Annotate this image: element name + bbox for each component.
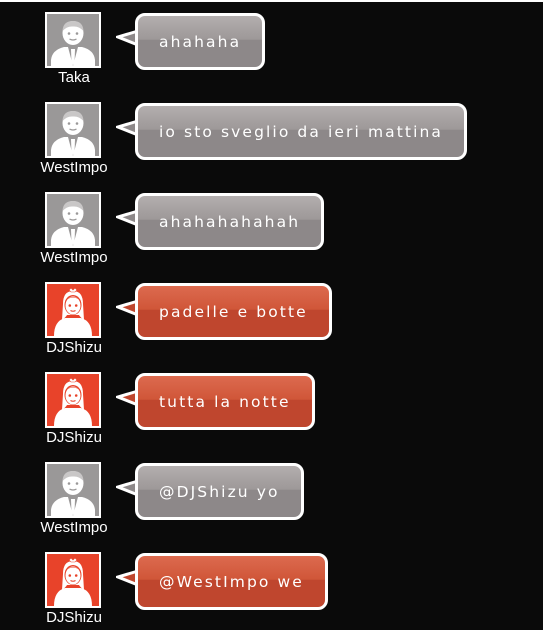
woman-avatar-icon[interactable]: [45, 372, 101, 428]
man-avatar-icon[interactable]: [45, 102, 101, 158]
man-avatar-icon[interactable]: [45, 12, 101, 68]
user-avatar-block[interactable]: DJShizu: [32, 540, 116, 626]
chat-message: DJShizu padelle e botte: [0, 270, 543, 360]
user-avatar-block[interactable]: WestImpo: [32, 90, 116, 176]
user-avatar-block[interactable]: Taka: [32, 0, 116, 86]
message-text: padelle e botte: [159, 302, 308, 321]
username-label[interactable]: WestImpo: [32, 520, 116, 536]
woman-avatar-icon[interactable]: [45, 552, 101, 608]
username-label[interactable]: DJShizu: [32, 430, 116, 446]
user-avatar-block[interactable]: WestImpo: [32, 450, 116, 536]
user-avatar-block[interactable]: WestImpo: [32, 180, 116, 266]
username-label[interactable]: DJShizu: [32, 610, 116, 626]
message-bubble: padelle e botte: [135, 283, 332, 340]
chat-message: WestImpo ahahahahahah: [0, 180, 543, 270]
message-bubble: @DJShizu yo: [135, 463, 304, 520]
username-label[interactable]: Taka: [32, 70, 116, 86]
woman-avatar-icon[interactable]: [45, 282, 101, 338]
message-text: @DJShizu yo: [159, 482, 280, 501]
chat-message: WestImpo io sto sveglio da ieri mattina: [0, 90, 543, 180]
man-avatar-icon[interactable]: [45, 462, 101, 518]
message-bubble: tutta la notte: [135, 373, 315, 430]
message-text: tutta la notte: [159, 392, 291, 411]
chat-message: DJShizu @WestImpo we: [0, 540, 543, 630]
chat-message: Taka ahahaha: [0, 0, 543, 90]
message-text: ahahahahahah: [159, 212, 301, 231]
chat-message: DJShizu tutta la notte: [0, 360, 543, 450]
chat-message: WestImpo @DJShizu yo: [0, 450, 543, 540]
user-avatar-block[interactable]: DJShizu: [32, 270, 116, 356]
username-label[interactable]: WestImpo: [32, 160, 116, 176]
message-bubble: ahahaha: [135, 13, 266, 70]
chat-feed[interactable]: Taka ahahaha WestImpo io sto sveglio da …: [0, 0, 543, 626]
message-bubble: ahahahahahah: [135, 193, 325, 250]
man-avatar-icon[interactable]: [45, 192, 101, 248]
message-bubble: @WestImpo we: [135, 553, 328, 610]
username-label[interactable]: DJShizu: [32, 340, 116, 356]
message-text: @WestImpo we: [159, 572, 304, 591]
message-bubble: io sto sveglio da ieri mattina: [135, 103, 468, 160]
message-text: io sto sveglio da ieri mattina: [159, 122, 444, 141]
username-label[interactable]: WestImpo: [32, 250, 116, 266]
message-text: ahahaha: [159, 32, 242, 51]
user-avatar-block[interactable]: DJShizu: [32, 360, 116, 446]
